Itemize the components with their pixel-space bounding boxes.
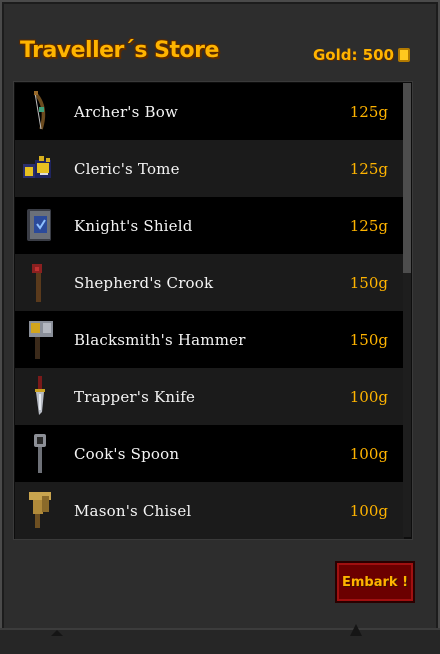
store-title: Traveller´s Store	[20, 38, 219, 63]
list-item[interactable]: Cleric's Tome 125g	[15, 140, 404, 197]
item-price: 150g	[349, 330, 388, 349]
item-name: Mason's Chisel	[74, 501, 192, 520]
item-price: 150g	[349, 273, 388, 292]
item-price: 125g	[349, 102, 388, 121]
bar-marker-right	[350, 624, 362, 636]
item-name: Cook's Spoon	[74, 444, 180, 463]
item-name: Archer's Bow	[74, 102, 178, 121]
list-item[interactable]: Cook's Spoon 100g	[15, 425, 404, 482]
gold-coin-icon	[398, 48, 410, 62]
item-price: 125g	[349, 216, 388, 235]
tome-icon	[15, 140, 63, 197]
gold-amount: Gold: 500	[312, 46, 394, 64]
list-item[interactable]: Knight's Shield 125g	[15, 197, 404, 254]
embark-button[interactable]: Embark !	[335, 561, 415, 603]
bar-marker-left	[51, 630, 63, 636]
item-name: Blacksmith's Hammer	[74, 330, 246, 349]
gold-display: Gold: 500	[313, 46, 410, 64]
list-item[interactable]: Blacksmith's Hammer 150g	[15, 311, 404, 368]
chisel-icon	[15, 482, 63, 539]
list-scrollbar[interactable]	[403, 83, 411, 537]
item-name: Knight's Shield	[74, 216, 193, 235]
item-price: 100g	[349, 444, 388, 463]
item-list: Archer's Bow 125g Cleric's Tome 125g Kni…	[13, 81, 413, 540]
crook-icon	[15, 254, 63, 311]
item-name: Cleric's Tome	[74, 159, 180, 178]
list-item[interactable]: Archer's Bow 125g	[15, 83, 404, 140]
item-price: 100g	[349, 387, 388, 406]
item-name: Shepherd's Crook	[74, 273, 214, 292]
spoon-icon	[15, 425, 63, 482]
scrollbar-thumb[interactable]	[403, 83, 411, 273]
list-item[interactable]: Mason's Chisel 100g	[15, 482, 404, 539]
item-price: 100g	[349, 501, 388, 520]
item-name: Trapper's Knife	[74, 387, 196, 406]
shield-icon	[15, 197, 63, 254]
knife-icon	[15, 368, 63, 425]
window-bottom-bar	[0, 628, 440, 654]
item-price: 125g	[349, 159, 388, 178]
hammer-icon	[15, 311, 63, 368]
bow-icon	[15, 83, 63, 140]
list-item[interactable]: Trapper's Knife 100g	[15, 368, 404, 425]
list-item[interactable]: Shepherd's Crook 150g	[15, 254, 404, 311]
